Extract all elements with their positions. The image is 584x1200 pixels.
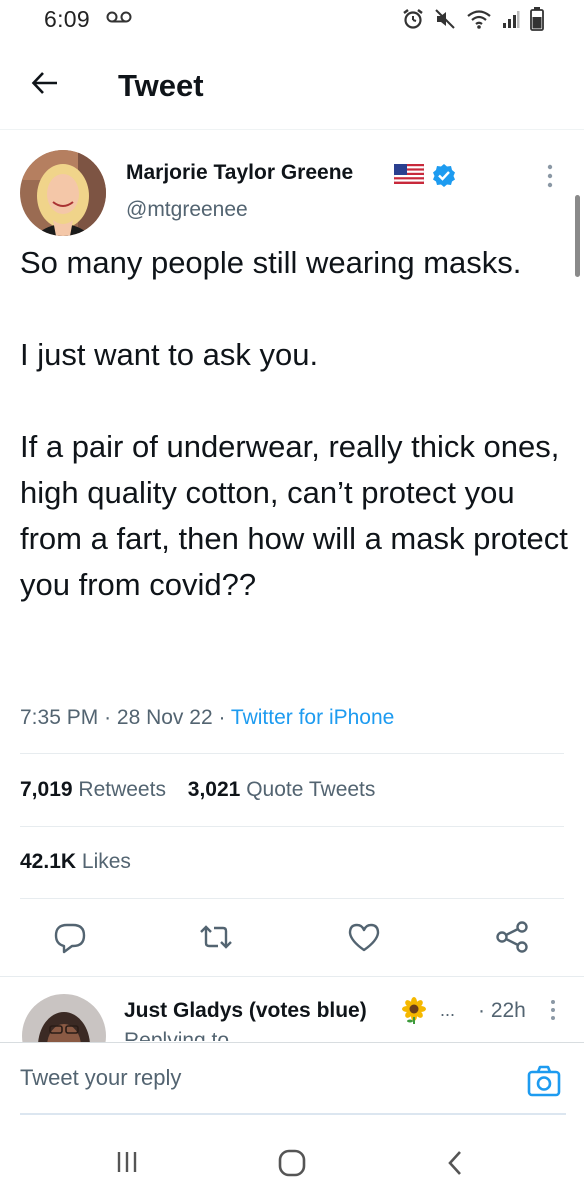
voicemail-icon bbox=[106, 11, 132, 23]
engagement-stats: 7,019 Retweets 3,021 Quote Tweets bbox=[20, 778, 391, 802]
heart-icon[interactable] bbox=[346, 919, 382, 955]
back-nav-icon[interactable] bbox=[446, 1150, 464, 1176]
reply-author-name[interactable]: Just Gladys (votes blue) bbox=[124, 999, 367, 1023]
signal-icon bbox=[503, 11, 520, 28]
camera-icon[interactable] bbox=[526, 1063, 562, 1099]
reply-name-ellipsis: ... bbox=[440, 1000, 456, 1020]
compose-underline bbox=[20, 1113, 566, 1115]
divider bbox=[20, 826, 564, 827]
verified-badge-icon bbox=[433, 164, 455, 187]
divider bbox=[20, 898, 564, 899]
likes-label: Likes bbox=[81, 850, 131, 873]
system-nav-bar bbox=[0, 1120, 584, 1200]
tweet-source-link[interactable]: Twitter for iPhone bbox=[231, 706, 394, 729]
quote-tweets-label: Quote Tweets bbox=[246, 778, 376, 801]
more-vertical-icon[interactable] bbox=[540, 163, 560, 189]
retweets-label: Retweets bbox=[78, 778, 166, 801]
recent-apps-icon[interactable] bbox=[115, 1150, 139, 1174]
compose-bar bbox=[0, 1042, 584, 1116]
tweet-paragraph: If a pair of underwear, really thick one… bbox=[20, 429, 568, 602]
retweet-icon[interactable] bbox=[198, 919, 234, 955]
author-name[interactable]: Marjorie Taylor Greene bbox=[126, 161, 353, 185]
screen: 6:09 Tweet Marjorie Taylor Greene @mtgre… bbox=[0, 0, 584, 1200]
divider bbox=[0, 976, 584, 977]
author-handle[interactable]: @mtgreenee bbox=[126, 198, 248, 222]
sunflower-icon bbox=[402, 997, 426, 1024]
tweet-text: So many people still wearing masks. I ju… bbox=[20, 240, 570, 608]
more-vertical-icon[interactable] bbox=[546, 998, 560, 1022]
quote-tweets-stat[interactable]: 3,021 Quote Tweets bbox=[188, 778, 376, 801]
retweets-stat[interactable]: 7,019 Retweets bbox=[20, 778, 166, 801]
reply-icon[interactable] bbox=[52, 919, 88, 955]
quote-tweets-count: 3,021 bbox=[187, 778, 241, 801]
author-avatar[interactable] bbox=[20, 150, 106, 236]
reply-text-preview: Replying to @mtgreenee bbox=[124, 1031, 354, 1041]
share-icon[interactable] bbox=[494, 919, 530, 955]
status-time: 6:09 bbox=[44, 6, 90, 32]
reply-time: · 22h bbox=[478, 999, 526, 1022]
reply-input[interactable] bbox=[20, 1065, 500, 1091]
likes-stat[interactable]: 42.1K Likes bbox=[20, 850, 131, 874]
arrow-left-icon[interactable] bbox=[30, 68, 60, 98]
wifi-icon bbox=[467, 10, 491, 29]
tweet-paragraph: So many people still wearing masks. bbox=[20, 245, 522, 280]
tweet-paragraph: I just want to ask you. bbox=[20, 337, 319, 372]
home-icon[interactable] bbox=[278, 1149, 306, 1177]
tweet-action-bar bbox=[0, 915, 584, 961]
top-app-bar: Tweet bbox=[0, 42, 584, 130]
likes-count: 42.1K bbox=[20, 850, 77, 873]
us-flag-icon bbox=[394, 164, 424, 184]
divider bbox=[20, 753, 564, 754]
mute-icon bbox=[435, 9, 455, 29]
alarm-icon bbox=[403, 9, 423, 29]
retweets-count: 7,019 bbox=[20, 778, 73, 801]
tweet-timestamp: 7:35 PM · 28 Nov 22 · Twitter for iPhone bbox=[20, 706, 395, 729]
battery-icon bbox=[530, 7, 544, 31]
scrollbar-thumb[interactable] bbox=[575, 195, 580, 277]
tweet-time: 7:35 PM bbox=[20, 706, 99, 729]
tweet-date: 28 Nov 22 bbox=[116, 706, 213, 729]
page-title: Tweet bbox=[118, 68, 204, 103]
status-bar: 6:09 bbox=[0, 0, 584, 42]
status-icons bbox=[402, 7, 544, 31]
